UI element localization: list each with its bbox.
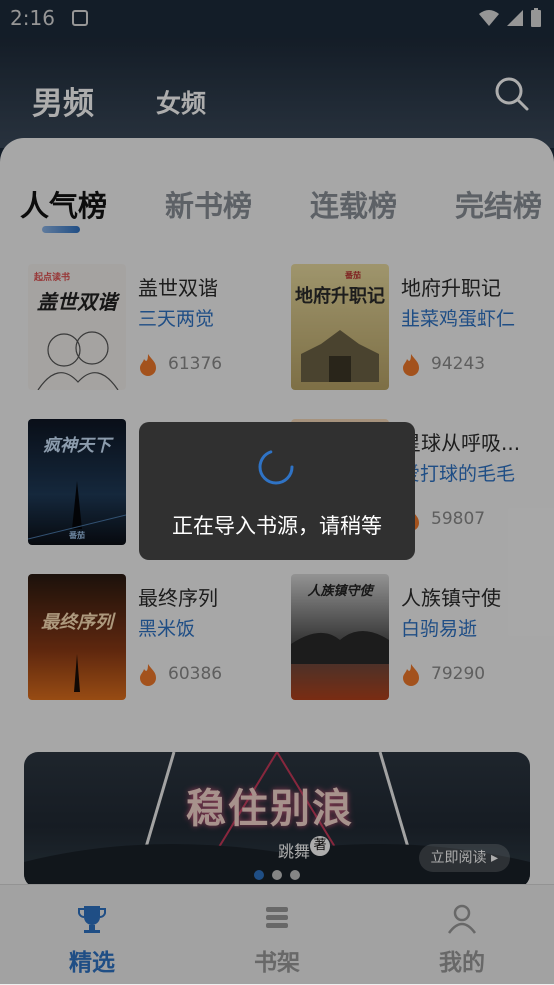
toast-text: 正在导入书源，请稍等: [172, 514, 382, 538]
loading-toast: 正在导入书源，请稍等: [139, 422, 415, 560]
spinner-icon: [258, 449, 294, 485]
